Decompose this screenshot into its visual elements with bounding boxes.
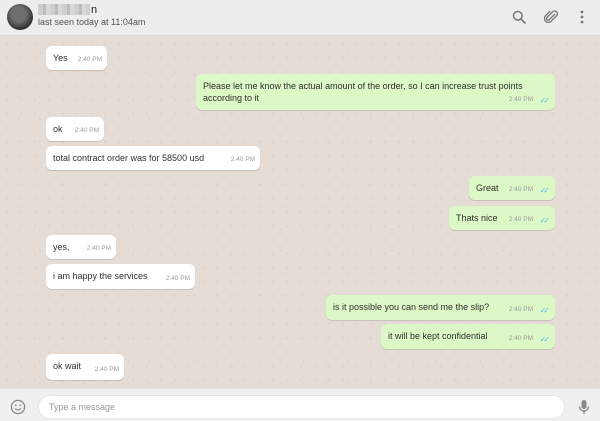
redacted-name-blur	[38, 4, 90, 15]
message-text: Great	[476, 183, 499, 193]
last-seen-status: last seen today at 11:04am	[38, 17, 146, 27]
read-receipt-icon: ✓✓	[539, 96, 551, 105]
message-bubble-out[interactable]: is it possible you can send me the slip?…	[326, 295, 555, 320]
message-time: 2:40 PM	[508, 186, 533, 193]
message-list[interactable]: Yes 2:40 PM Please let me know the actua…	[0, 37, 600, 388]
message-text: Yes	[53, 53, 68, 63]
emoji-icon[interactable]	[8, 397, 28, 417]
message-bubble-in[interactable]: Yes 2:40 PM	[46, 46, 107, 70]
message-bubble-in[interactable]: ok 2:40 PM	[46, 117, 104, 141]
message-bubble-in[interactable]: yes, 2:40 PM	[46, 235, 116, 259]
read-receipt-icon: ✓✓	[539, 335, 551, 344]
message-bubble-out[interactable]: Thats nice 2:40 PM ✓✓	[449, 206, 555, 230]
message-time: 2:40 PM	[77, 56, 102, 63]
message-text: total contract order was for 58500 usd	[53, 153, 205, 163]
message-composer	[0, 388, 600, 421]
chat-header: n last seen today at 11:04am	[0, 0, 600, 36]
read-receipt-icon: ✓✓	[539, 216, 551, 225]
microphone-icon[interactable]	[574, 397, 594, 417]
message-time: 2:40 PM	[74, 127, 99, 134]
message-text: ok	[53, 124, 63, 134]
message-bubble-in[interactable]: i am happy the services 2:40 PM	[46, 264, 195, 289]
message-text: Please let me know the actual amount of …	[203, 81, 523, 103]
message-time: 2:40 PM	[508, 96, 533, 103]
message-time: 2:40 PM	[86, 245, 111, 252]
message-text: Thats nice	[456, 213, 498, 223]
message-time: 2:40 PM	[94, 366, 119, 373]
message-time: 2:40 PM	[230, 156, 255, 163]
message-bubble-out[interactable]: it will be kept confidential 2:40 PM ✓✓	[381, 324, 555, 349]
message-input[interactable]	[38, 395, 565, 419]
contact-name[interactable]: n	[38, 3, 97, 16]
message-time: 2:40 PM	[508, 335, 533, 342]
message-text: yes,	[53, 242, 70, 252]
message-text: it will be kept confidential	[388, 331, 488, 341]
read-receipt-icon: ✓✓	[539, 306, 551, 315]
message-time: 2:40 PM	[508, 216, 533, 223]
message-bubble-out[interactable]: Please let me know the actual amount of …	[196, 74, 555, 110]
message-text: i am happy the services	[53, 271, 148, 281]
menu-icon[interactable]	[572, 7, 592, 27]
read-receipt-icon: ✓✓	[539, 186, 551, 195]
message-bubble-in[interactable]: ok wait 2:40 PM	[46, 354, 124, 380]
attach-icon[interactable]	[541, 7, 561, 27]
message-bubble-in[interactable]: total contract order was for 58500 usd 2…	[46, 146, 260, 170]
contact-name-suffix: n	[91, 3, 98, 16]
message-bubble-out[interactable]: Great 2:40 PM ✓✓	[469, 176, 555, 200]
message-text: is it possible you can send me the slip?	[333, 302, 490, 312]
message-text: ok wait	[53, 361, 82, 371]
search-icon[interactable]	[509, 7, 529, 27]
message-time: 2:40 PM	[508, 306, 533, 313]
contact-avatar[interactable]	[7, 4, 33, 30]
message-time: 2:40 PM	[165, 275, 190, 282]
